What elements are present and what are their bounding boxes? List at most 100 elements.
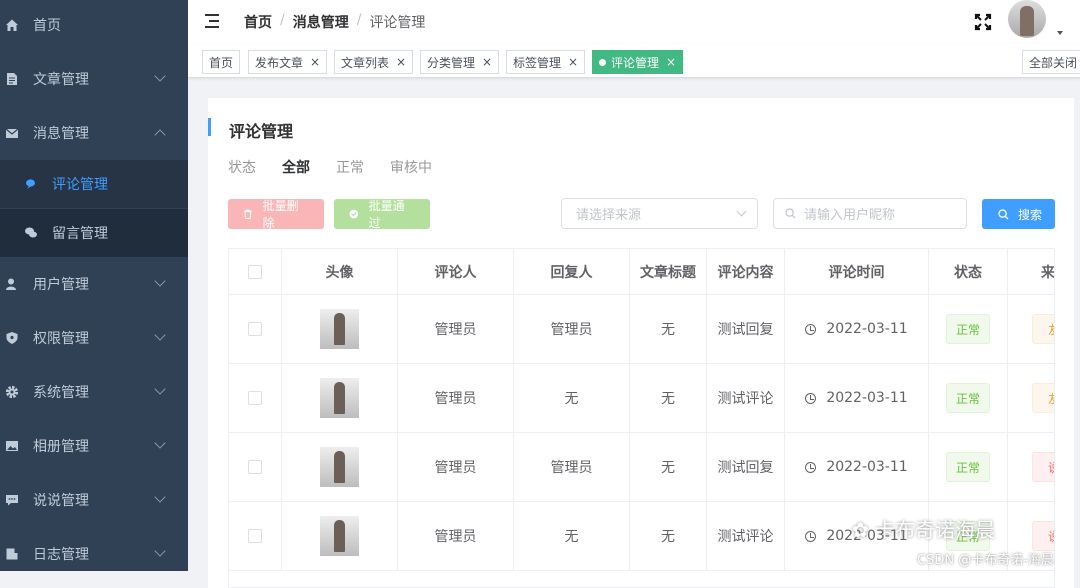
cell-reply-to: 无	[514, 364, 630, 433]
home-icon	[5, 18, 19, 32]
tag-label: 评论管理	[611, 55, 660, 70]
cell-content: 测试回复	[707, 295, 785, 364]
sidebar-item-system[interactable]: 系统管理	[0, 365, 188, 419]
header-status: 状态	[929, 249, 1008, 295]
breadcrumb-separator: /	[356, 12, 362, 28]
search-button-label: 搜索	[1018, 207, 1043, 222]
close-icon[interactable]: ×	[666, 55, 676, 69]
status-tab-reviewing[interactable]: 审核中	[390, 157, 432, 177]
header-source: 来	[1008, 249, 1054, 295]
cell-time: 2022-03-11	[826, 390, 908, 406]
batch-delete-button[interactable]: 批量删除	[228, 199, 324, 230]
source-badge: 说	[1032, 521, 1054, 551]
cell-time: 2022-03-11	[826, 321, 908, 337]
select-all-cell	[229, 249, 282, 295]
row-checkbox[interactable]	[248, 322, 262, 336]
close-all-button[interactable]: 全部关闭	[1022, 50, 1080, 74]
watermark: ✿ 卡布奇诺海晨	[852, 514, 995, 543]
tag-label: 发布文章	[255, 55, 304, 70]
status-tab-normal[interactable]: 正常	[336, 157, 364, 177]
breadcrumb-separator: /	[280, 12, 285, 28]
chevron-down-icon	[154, 329, 166, 341]
cell-article: 无	[630, 502, 707, 571]
avatar[interactable]	[1008, 0, 1046, 38]
caret-down-icon[interactable]	[1057, 31, 1063, 35]
tags-view: 首页 发布文章 × 文章列表 × 分类管理 × 标签管理 × 评论管理 × 全部关闭	[188, 44, 1080, 78]
status-badge: 正常	[946, 383, 990, 413]
cell-content: 测试回复	[707, 433, 785, 502]
tag-categories[interactable]: 分类管理 ×	[420, 50, 500, 74]
nickname-search-input[interactable]: 请输入用户昵称	[773, 198, 967, 229]
sidebar-item-messages[interactable]: 消息管理	[0, 106, 188, 160]
cell-commenter: 管理员	[398, 295, 514, 364]
sidebar-item-label: 系统管理	[33, 385, 89, 401]
close-all-label: 全部关闭	[1029, 55, 1078, 70]
sidebar-item-label: 消息管理	[33, 126, 89, 142]
batch-approve-button[interactable]: 批量通过	[334, 199, 430, 230]
row-avatar	[320, 516, 359, 556]
search-icon	[998, 208, 1009, 219]
sidebar-subitem-label: 评论管理	[52, 177, 108, 193]
select-all-checkbox[interactable]	[248, 264, 262, 279]
sidebar-item-label: 权限管理	[33, 331, 89, 347]
sidebar-item-label: 文章管理	[33, 72, 89, 88]
tag-label: 文章列表	[341, 55, 390, 70]
sidebar-item-articles[interactable]: 文章管理	[0, 52, 188, 106]
batch-delete-label: 批量删除	[262, 199, 299, 230]
status-tab-all[interactable]: 全部	[282, 157, 310, 177]
cell-content: 测试评论	[707, 502, 785, 571]
sidebar-item-talks[interactable]: 说说管理	[0, 473, 188, 527]
sidebar-item-users[interactable]: 用户管理	[0, 257, 188, 311]
sidebar-item-label: 说说管理	[33, 493, 89, 509]
header-time: 评论时间	[785, 249, 929, 295]
tag-article-list[interactable]: 文章列表 ×	[334, 50, 414, 74]
header-content: 评论内容	[707, 249, 785, 295]
tag-label: 标签管理	[513, 55, 562, 70]
close-icon[interactable]: ×	[396, 55, 406, 69]
chat-bubble-icon	[24, 177, 38, 191]
image-icon	[5, 439, 19, 453]
navbar: 首页 / 消息管理 / 评论管理	[188, 0, 1080, 44]
tag-home[interactable]: 首页	[202, 50, 241, 74]
fullscreen-icon[interactable]	[974, 13, 992, 31]
chevron-down-icon	[154, 383, 166, 395]
close-icon[interactable]: ×	[568, 55, 578, 69]
row-avatar	[320, 309, 359, 349]
header-reply-to: 回复人	[514, 249, 630, 295]
sidebar-item-logs[interactable]: 日志管理	[0, 527, 188, 571]
close-icon[interactable]: ×	[482, 55, 492, 69]
sidebar-item-permissions[interactable]: 权限管理	[0, 311, 188, 365]
cell-article: 无	[630, 433, 707, 502]
tag-comments-active[interactable]: 评论管理 ×	[592, 50, 684, 74]
close-icon[interactable]: ×	[310, 55, 320, 69]
search-button[interactable]: 搜索	[982, 199, 1055, 229]
row-checkbox[interactable]	[248, 529, 262, 543]
breadcrumb: 首页 / 消息管理 / 评论管理	[244, 12, 425, 32]
tag-label: 分类管理	[427, 55, 476, 70]
sidebar-item-label: 首页	[33, 18, 61, 34]
breadcrumb-current: 评论管理	[369, 15, 426, 31]
sidebar-item-albums[interactable]: 相册管理	[0, 419, 188, 473]
source-select[interactable]: 请选择来源	[561, 198, 758, 229]
tag-label: 首页	[209, 55, 234, 70]
hamburger-icon[interactable]	[205, 14, 219, 28]
chevron-down-icon	[154, 545, 166, 557]
cell-reply-to: 管理员	[514, 433, 630, 502]
sidebar-subitem-label: 留言管理	[52, 226, 108, 242]
watermark-text: 卡布奇诺海晨	[875, 518, 996, 542]
csdn-watermark: CSDN @卡布奇诺-海晨	[917, 553, 1054, 568]
tag-publish-article[interactable]: 发布文章 ×	[248, 50, 328, 74]
sidebar-item-guestbook[interactable]: 留言管理	[0, 209, 188, 257]
row-checkbox[interactable]	[248, 460, 262, 474]
tag-tags[interactable]: 标签管理 ×	[506, 50, 586, 74]
status-filter: 状态 全部 正常 审核中	[228, 157, 458, 177]
sidebar-item-label: 用户管理	[33, 277, 89, 293]
sidebar-item-home[interactable]: 首页	[0, 0, 188, 52]
breadcrumb-item[interactable]: 首页	[244, 12, 272, 32]
envelope-icon	[5, 126, 19, 140]
sidebar-item-comments[interactable]: 评论管理	[0, 160, 188, 208]
header-avatar: 头像	[282, 249, 398, 295]
row-checkbox[interactable]	[248, 391, 262, 405]
source-badge: 友	[1032, 314, 1054, 344]
breadcrumb-item[interactable]: 消息管理	[293, 12, 349, 32]
